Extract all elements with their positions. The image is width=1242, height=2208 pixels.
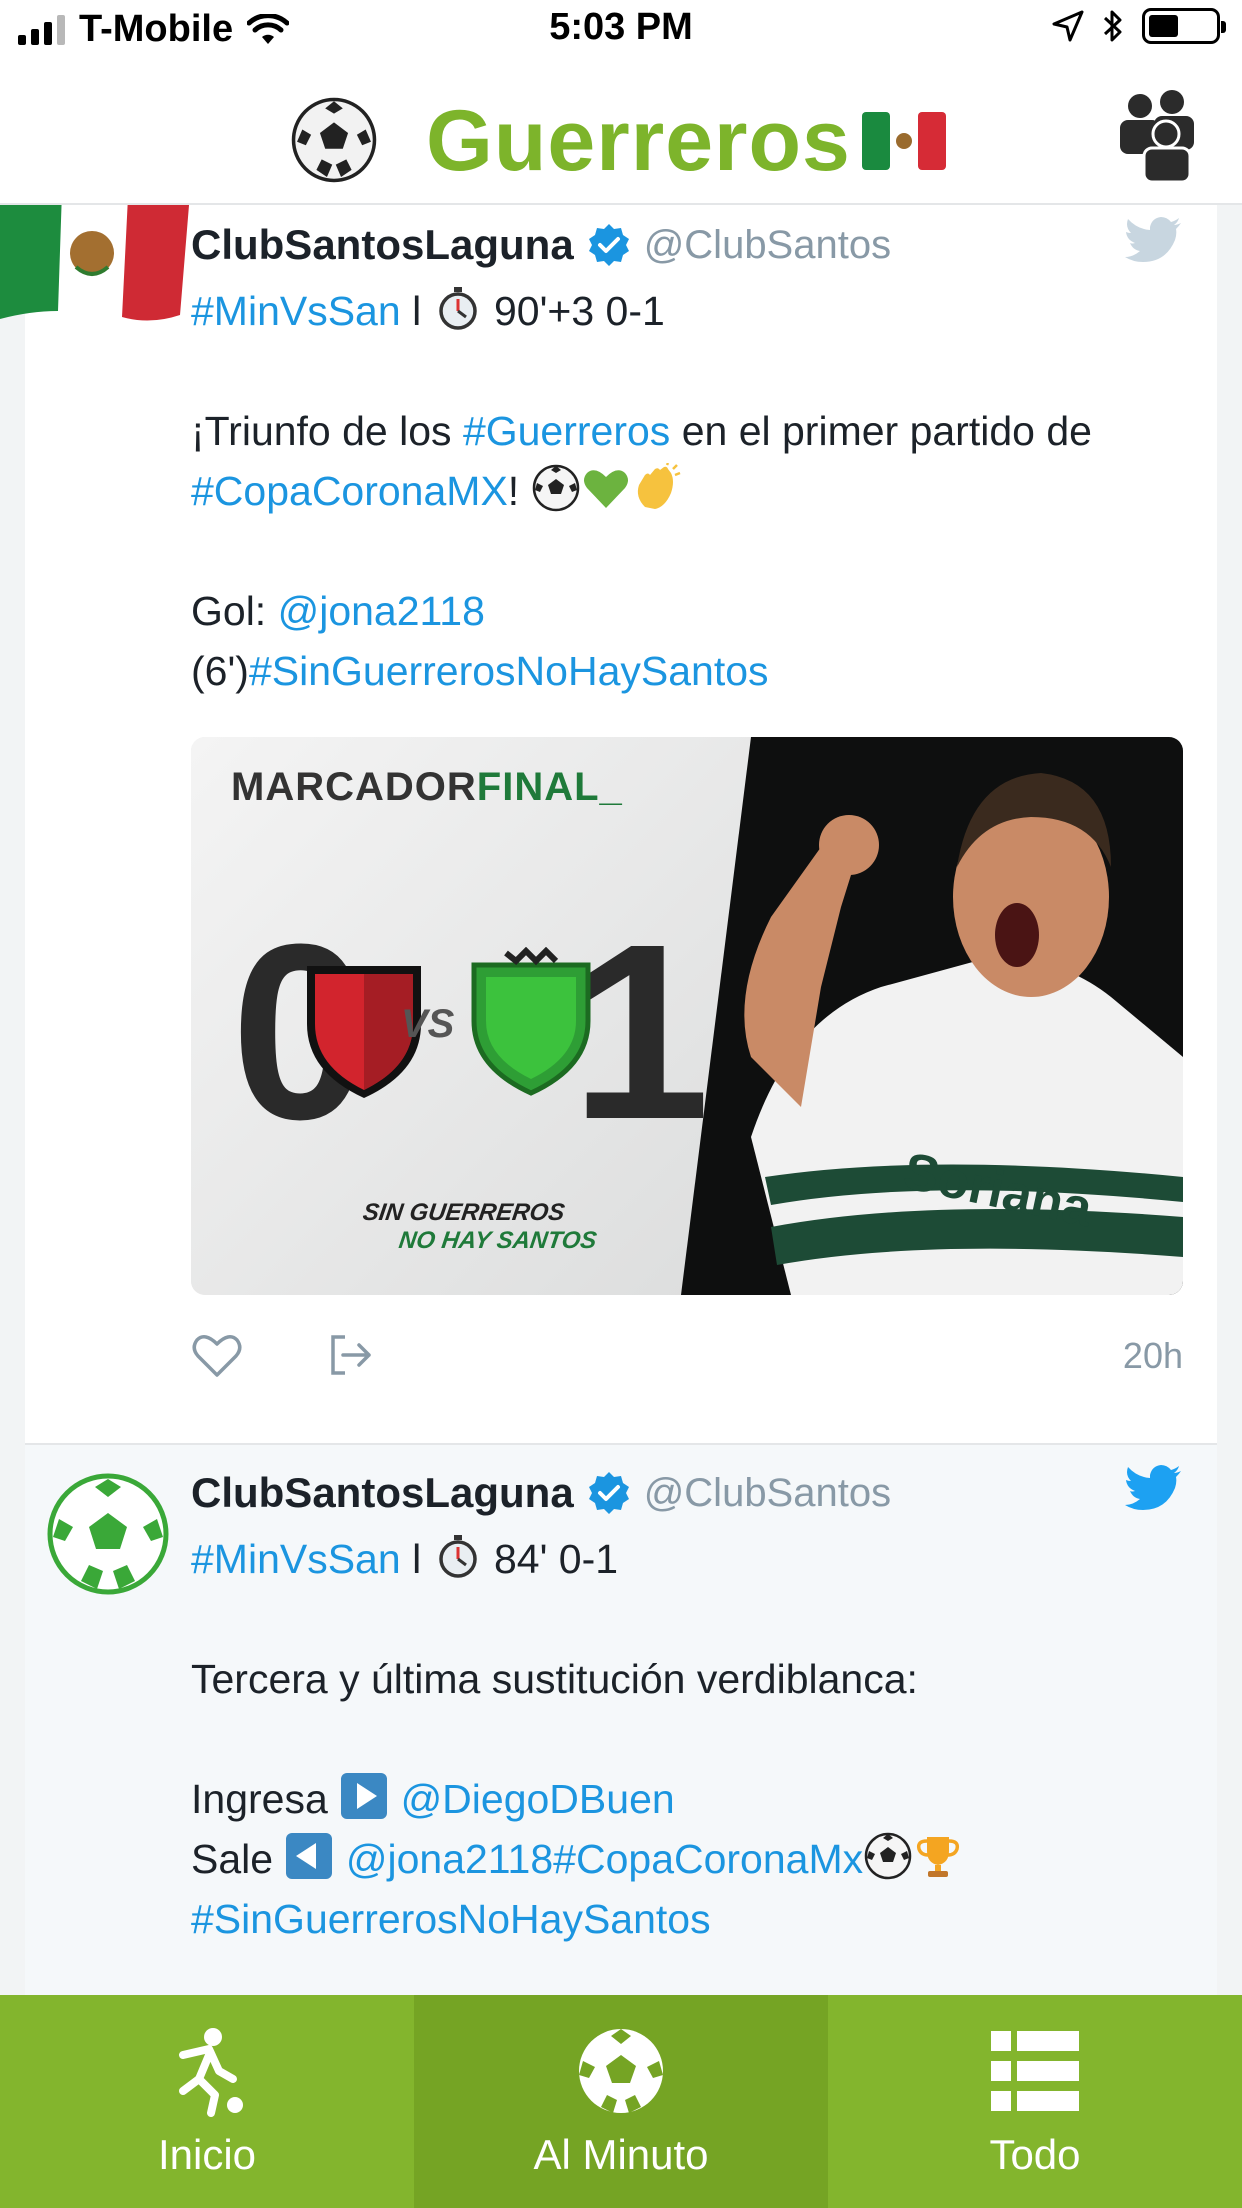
group-icon[interactable] (1110, 88, 1206, 184)
tweet-timestamp: 20h (1122, 1335, 1183, 1376)
text-segment: ! (507, 468, 531, 514)
author-name[interactable]: ClubSantosLaguna (191, 221, 574, 269)
green-heart-emoji-icon (583, 470, 628, 508)
tab-inicio[interactable]: Inicio (0, 1995, 414, 2208)
author-handle[interactable]: @ClubSantos (644, 223, 891, 268)
mention-link[interactable]: @jona2118 (278, 588, 485, 634)
label-part-b: FINAL_ (476, 765, 623, 809)
stopwatch-icon (438, 1535, 477, 1578)
goal-label: Gol: (191, 588, 278, 634)
location-arrow-icon (1052, 10, 1084, 42)
list-icon (991, 2031, 1079, 2111)
match-minute-score: 90'+3 0-1 (482, 288, 665, 334)
sub-out-label: Sale (191, 1836, 285, 1882)
separator: l (400, 288, 433, 334)
celebrating-player-photo: Soriana (744, 773, 1183, 1295)
slogan: SIN GUERREROS NO HAY SANTOS (357, 1199, 602, 1255)
hashtag-link[interactable]: #CopaCoronaMX (191, 468, 508, 514)
soccer-ball-emoji-icon (864, 1832, 912, 1880)
author-name[interactable]: ClubSantosLaguna (191, 1469, 574, 1517)
tab-todo[interactable]: Todo (828, 1995, 1242, 2208)
tweet-card[interactable]: ClubSantosLaguna @ClubSantos #MinVsSan l… (0, 205, 1217, 1445)
hashtag-link[interactable]: #SinGuerrerosNoHaySantos (249, 648, 769, 694)
play-right-icon (341, 1773, 388, 1819)
tweet-actions (191, 1329, 375, 1381)
tab-label: Al Minuto (533, 2131, 709, 2178)
tweet-header: ClubSantosLaguna @ClubSantos (191, 1469, 891, 1517)
author-handle[interactable]: @ClubSantos (644, 1471, 891, 1516)
hashtag-link[interactable]: #SinGuerrerosNoHaySantos (191, 1896, 711, 1942)
bottom-tab-bar: Inicio Al Minuto Todo (0, 1995, 1242, 2208)
hashtag-link[interactable]: #CopaCoronaMx (553, 1836, 863, 1882)
slogan-line-2: NO HAY SANTOS (397, 1227, 599, 1254)
battery-icon (1142, 8, 1226, 44)
match-minute-score: 84' 0-1 (482, 1536, 619, 1582)
away-crest-icon (471, 947, 591, 1096)
tweet-header: ClubSantosLaguna @ClubSantos (191, 221, 891, 269)
runner-icon (179, 2028, 243, 2117)
goal-minute: (6') (191, 648, 249, 694)
status-right (1052, 8, 1226, 44)
tab-label: Inicio (157, 2131, 257, 2178)
sub-in-label: Ingresa (191, 1776, 340, 1822)
play-left-icon (286, 1833, 333, 1879)
mexico-flag-avatar (0, 205, 190, 321)
mexico-flag-icon (862, 112, 946, 170)
hashtag-link[interactable]: #MinVsSan (191, 288, 401, 334)
tweet-text: #MinVsSan l 90'+3 0-1 ¡Triunfo de los #G… (191, 281, 1181, 701)
app-header: Guerreros (0, 60, 1242, 205)
verified-badge-icon (588, 224, 629, 266)
soccer-ball-emoji-icon (291, 97, 377, 183)
app-title: Guerreros (426, 93, 851, 189)
text-segment: Tercera y última sustitución verdiblanca… (191, 1656, 918, 1702)
soccer-ball-emoji-icon (532, 464, 579, 512)
tweet-media-image[interactable]: MARCADORFINAL_ 0 1 VS SIN GUERREROS NO HA… (191, 737, 1183, 1295)
final-score-label: MARCADORFINAL_ (231, 765, 623, 810)
tweet-feed[interactable]: ClubSantosLaguna @ClubSantos #MinVsSan l… (0, 205, 1242, 1995)
text-segment: en el primer partido de (670, 408, 1104, 454)
verified-badge-icon (588, 1472, 629, 1514)
bluetooth-icon (1103, 10, 1122, 42)
tab-label: Todo (989, 2131, 1081, 2178)
versus-label: VS (401, 1002, 455, 1046)
hashtag-link[interactable]: #MinVsSan (191, 1536, 401, 1582)
clapping-hands-emoji-icon (637, 463, 681, 509)
slogan-line-1: SIN GUERREROS (361, 1199, 567, 1226)
hashtag-link[interactable]: #Guerreros (463, 408, 670, 454)
soccer-ball-icon (579, 2029, 663, 2113)
tab-al-minuto[interactable]: Al Minuto (414, 1995, 828, 2208)
text-segment: ¡Triunfo de los (191, 408, 463, 454)
mention-link[interactable]: @DiegoDBuen (401, 1776, 675, 1822)
tweet-card[interactable]: ClubSantosLaguna @ClubSantos #MinVsSan l… (25, 1445, 1217, 1995)
tweet-text: #MinVsSan l 84' 0-1 Tercera y última sus… (191, 1529, 1181, 1949)
label-part-a: MARCADOR (231, 765, 477, 809)
trophy-emoji-icon (917, 1837, 960, 1877)
separator: l (400, 1536, 433, 1582)
twitter-bird-icon[interactable] (1125, 217, 1183, 267)
soccer-ball-avatar (47, 1473, 169, 1595)
scoreboard-graphic: MARCADORFINAL_ 0 1 VS SIN GUERREROS NO HA… (191, 737, 751, 1295)
twitter-bird-icon[interactable] (1125, 1465, 1183, 1515)
mention-link[interactable]: @jona2118 (346, 1836, 553, 1882)
status-bar: T-Mobile 5:03 PM (0, 0, 1242, 60)
stopwatch-icon (438, 287, 477, 330)
like-heart-icon[interactable] (191, 1329, 243, 1381)
share-icon[interactable] (323, 1329, 375, 1381)
